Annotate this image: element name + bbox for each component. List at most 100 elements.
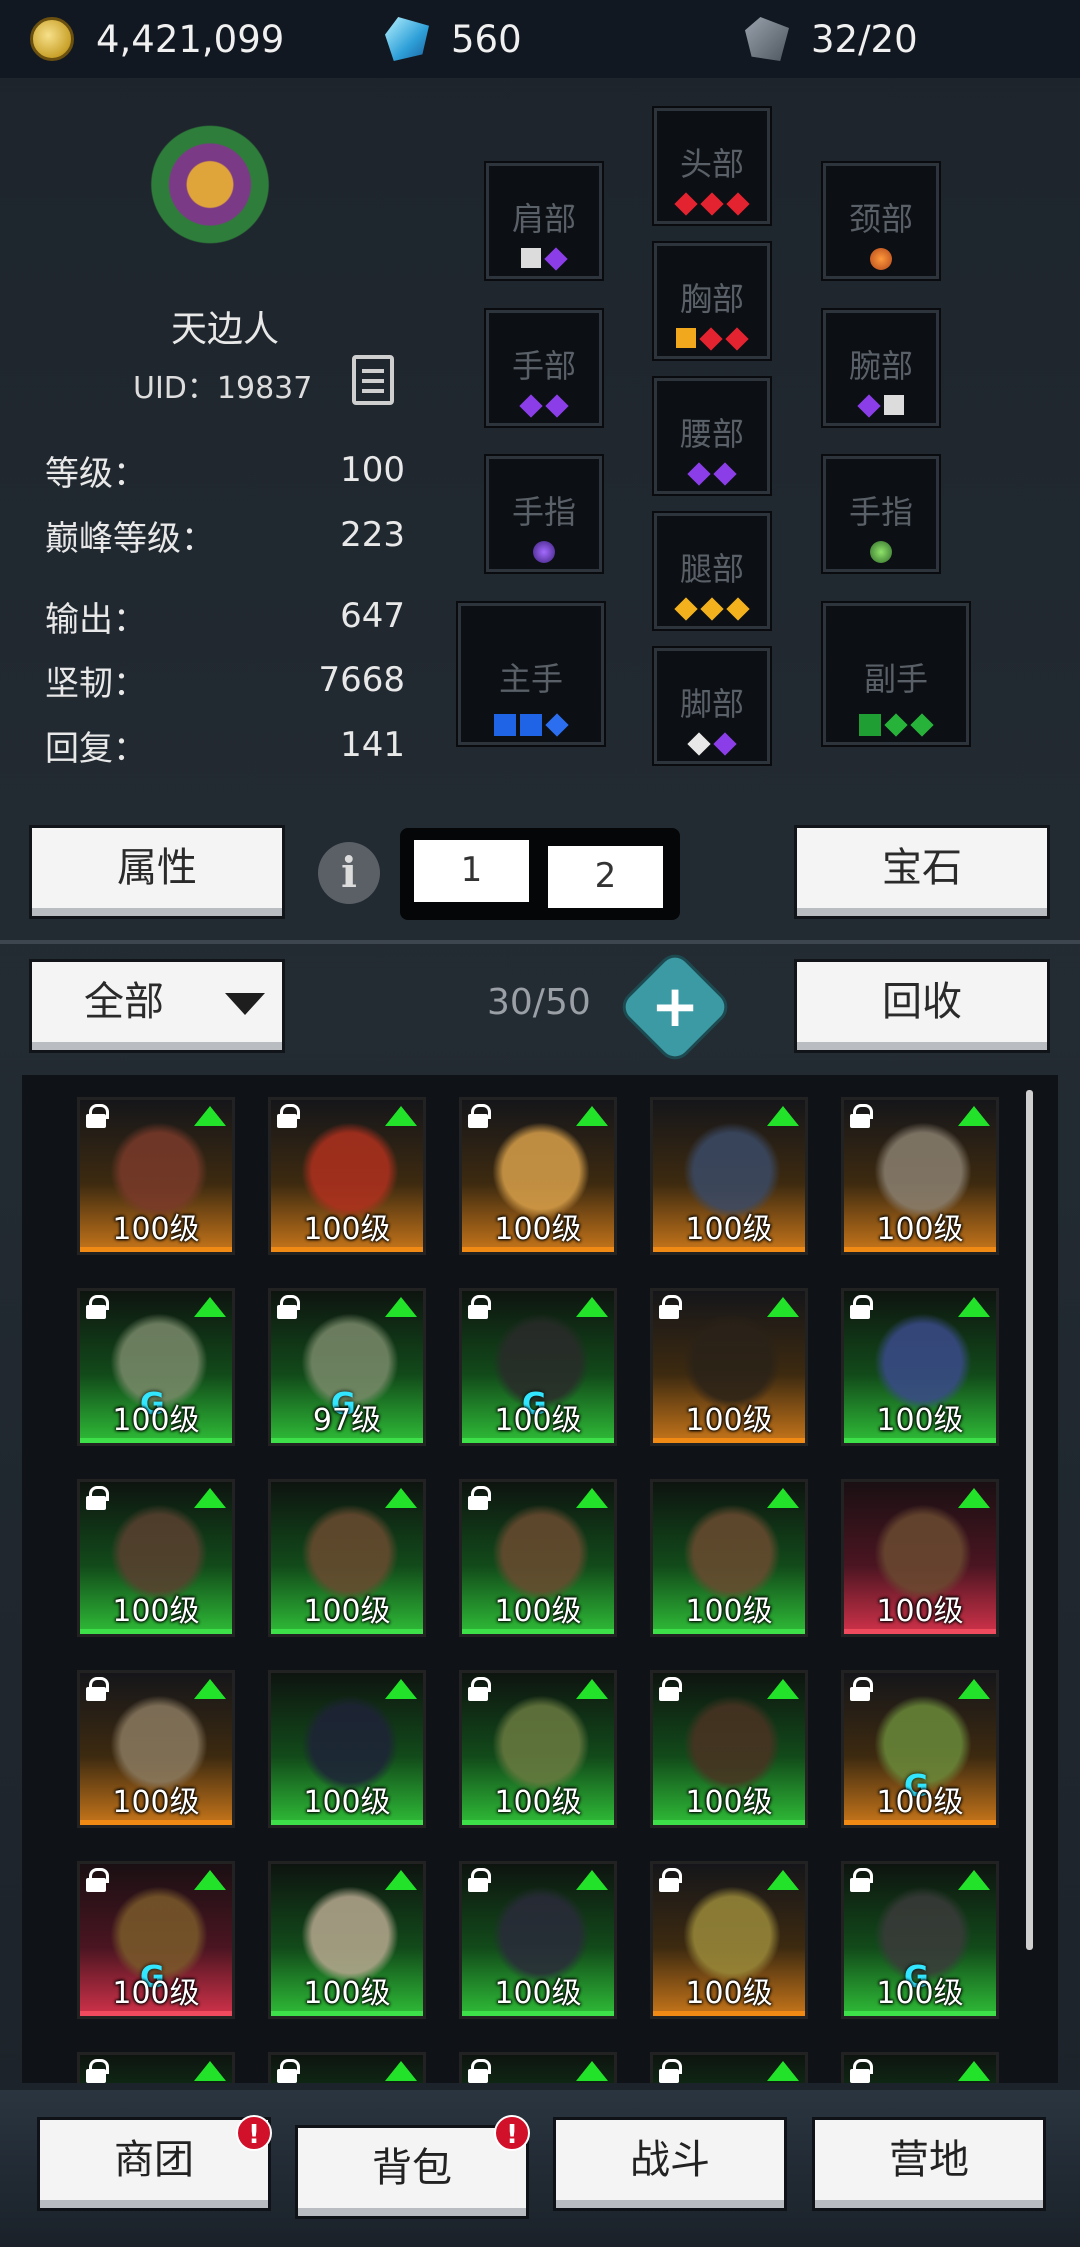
item-level: 100级	[685, 1403, 773, 1438]
item-level: 100级	[876, 1403, 964, 1438]
rarity-bar	[80, 1820, 232, 1825]
item-level: 100级	[685, 1976, 773, 2011]
item-level: 97级	[312, 1403, 382, 1438]
upgrade-arrow-icon	[767, 1297, 799, 1317]
recycle-button[interactable]: 回收	[797, 962, 1047, 1050]
rarity-bar	[653, 2011, 805, 2016]
add-capacity-button[interactable]: +	[619, 951, 731, 1063]
slot-label: 手指	[511, 493, 576, 531]
slot-label: 脚部	[679, 685, 744, 723]
inventory-item[interactable]: 100级	[650, 1097, 808, 1255]
equip-slot-head[interactable]: 头部	[654, 108, 770, 224]
loadout-page-2-button[interactable]: 2	[548, 846, 663, 908]
inventory-item[interactable]: 100级	[77, 1479, 235, 1637]
copy-icon[interactable]	[352, 355, 394, 405]
inventory-item[interactable]: 100级	[650, 1288, 808, 1446]
rarity-bar	[653, 1820, 805, 1825]
info-icon[interactable]: i	[318, 842, 380, 904]
item-level: 100级	[876, 1212, 964, 1247]
inventory-item[interactable]: 100级	[841, 1288, 999, 1446]
equip-slot-shoulder[interactable]: 肩部	[486, 163, 602, 279]
equip-slot-wrist[interactable]: 腕部	[823, 310, 939, 426]
slot-label: 肩部	[511, 200, 576, 238]
equip-slot-finger-left[interactable]: 手指	[486, 456, 602, 572]
gem-icon	[870, 541, 892, 563]
lock-icon	[86, 1868, 109, 1892]
gem-icon	[676, 328, 696, 348]
upgrade-arrow-icon	[576, 1870, 608, 1890]
slot-label: 胸部	[679, 280, 744, 318]
item-level: 100级	[685, 1785, 773, 1820]
lock-icon	[86, 1486, 109, 1510]
inventory-item[interactable]	[77, 2052, 235, 2083]
inventory-item[interactable]: 100级	[77, 1097, 235, 1255]
item-level: 100级	[303, 1976, 391, 2011]
upgrade-arrow-icon	[767, 2061, 799, 2081]
equip-slot-waist[interactable]: 腰部	[654, 378, 770, 494]
inventory-item[interactable]: 100级	[459, 1670, 617, 1828]
inventory-item[interactable]: 100级	[650, 1861, 808, 2019]
inventory-item[interactable]: 100级	[77, 1670, 235, 1828]
dropdown-arrow-icon[interactable]	[225, 993, 265, 1015]
stat-value: 141	[340, 725, 405, 765]
inventory-item[interactable]: 100级	[459, 1861, 617, 2019]
inventory-item[interactable]: 100级	[268, 1861, 426, 2019]
gem-icon	[870, 248, 892, 270]
inventory-item[interactable]: 100级	[841, 1479, 999, 1637]
nav-camp-tab[interactable]: 营地	[815, 2120, 1043, 2208]
lock-icon	[86, 1677, 109, 1701]
inventory-item[interactable]	[459, 2052, 617, 2083]
upgrade-arrow-icon	[385, 1297, 417, 1317]
inventory-item[interactable]: G 100级	[841, 1861, 999, 2019]
attributes-button[interactable]: 属性	[32, 828, 282, 916]
inventory-item[interactable]: 100级	[268, 1670, 426, 1828]
plus-icon: +	[650, 972, 700, 1040]
equip-slot-chest[interactable]: 胸部	[654, 243, 770, 359]
equip-slot-hand[interactable]: 手部	[486, 310, 602, 426]
lock-icon	[468, 1104, 491, 1128]
nav-battle-tab[interactable]: 战斗	[556, 2120, 784, 2208]
nav-backpack-tab[interactable]: 背包	[298, 2128, 526, 2216]
lock-icon	[277, 1295, 300, 1319]
item-level: 100级	[303, 1785, 391, 1820]
socket-gems	[657, 192, 767, 216]
lock-icon	[468, 1486, 491, 1510]
gem-button[interactable]: 宝石	[797, 828, 1047, 916]
inventory-item[interactable]: G 97级	[268, 1288, 426, 1446]
inventory-item[interactable]: G 100级	[77, 1288, 235, 1446]
upgrade-arrow-icon	[385, 1870, 417, 1890]
slot-label: 腰部	[679, 415, 744, 453]
inventory-item[interactable]: 100级	[650, 1670, 808, 1828]
inventory-item[interactable]: 100级	[459, 1097, 617, 1255]
inventory-item[interactable]: 100级	[650, 1479, 808, 1637]
equip-slot-off-hand[interactable]: 副手	[823, 603, 969, 745]
character-avatar[interactable]	[125, 108, 295, 278]
gem-icon	[385, 17, 429, 61]
equip-slot-finger-right[interactable]: 手指	[823, 456, 939, 572]
nav-guild-tab[interactable]: 商团	[40, 2120, 268, 2208]
rarity-bar	[271, 1438, 423, 1443]
inventory-item[interactable]: G 100级	[841, 1670, 999, 1828]
stat-value: 223	[340, 515, 405, 555]
equip-slot-feet[interactable]: 脚部	[654, 648, 770, 764]
upgrade-arrow-icon	[958, 2061, 990, 2081]
inventory-item[interactable]: 100级	[268, 1479, 426, 1637]
inventory-item[interactable]: 100级	[459, 1479, 617, 1637]
inventory-scrollbar[interactable]	[1026, 1090, 1033, 1950]
inventory-item[interactable]: 100级	[841, 1097, 999, 1255]
rarity-bar	[80, 1438, 232, 1443]
rarity-bar	[653, 1438, 805, 1443]
equip-slot-neck[interactable]: 颈部	[823, 163, 939, 279]
inventory-item[interactable]: G 100级	[77, 1861, 235, 2019]
inventory-item[interactable]	[650, 2052, 808, 2083]
rarity-bar	[844, 1629, 996, 1634]
inventory-item[interactable]	[841, 2052, 999, 2083]
equip-slot-main-hand[interactable]: 主手	[458, 603, 604, 745]
loadout-page-1-button[interactable]: 1	[414, 840, 529, 902]
slot-label: 副手	[863, 660, 928, 698]
inventory-item[interactable]	[268, 2052, 426, 2083]
inventory-item[interactable]: 100级	[268, 1097, 426, 1255]
equip-slot-legs[interactable]: 腿部	[654, 513, 770, 629]
inventory-item[interactable]: G 100级	[459, 1288, 617, 1446]
stat-label: 坚韧：	[45, 663, 147, 704]
